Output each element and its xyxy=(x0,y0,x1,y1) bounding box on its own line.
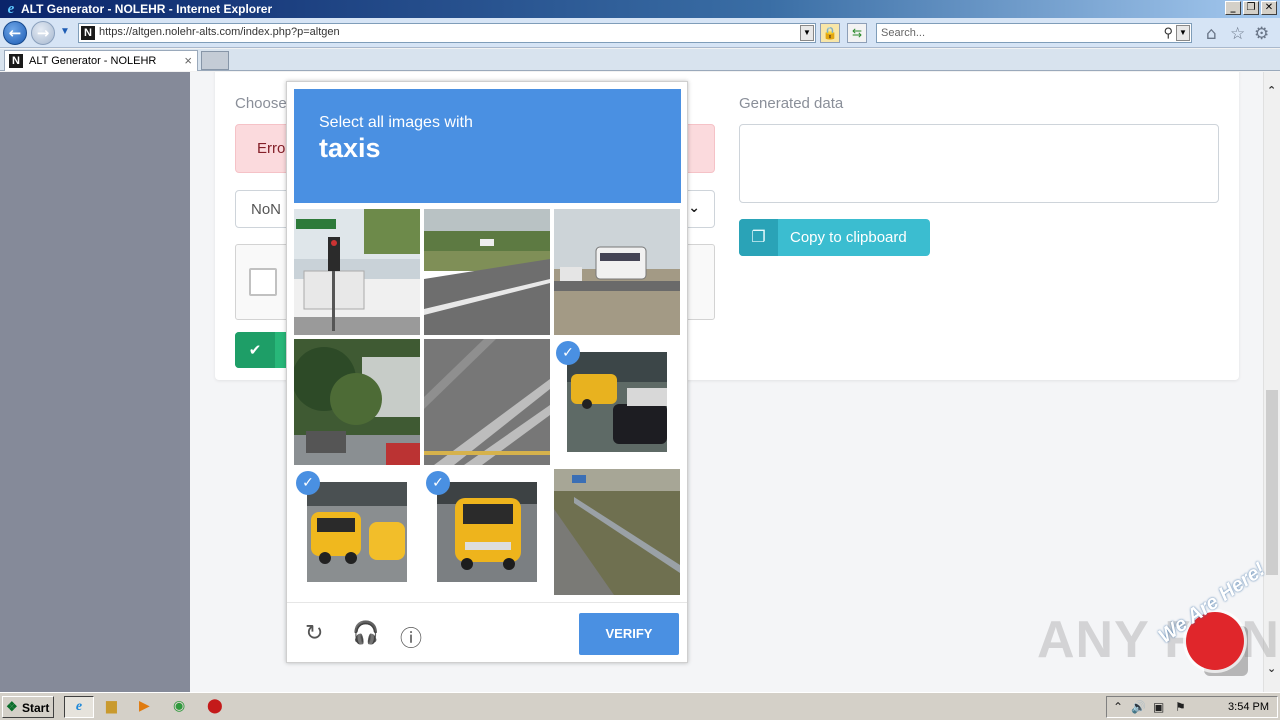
copy-button-label: Copy to clipboard xyxy=(790,229,907,246)
tab-label[interactable]: ALT Generator - NOLEHR xyxy=(29,55,156,67)
captcha-challenge: Select all images with taxis ✓ ✓ ✓ ↻ 🎧 ⓘ… xyxy=(286,81,688,663)
highway-guardrail-image xyxy=(554,469,680,595)
navigation-bar: ← → ▼ N https://altgen.nolehr-alts.com/i… xyxy=(0,18,1280,48)
audio-headphones-icon[interactable]: 🎧 xyxy=(352,621,379,646)
address-dropdown-icon[interactable]: ▼ xyxy=(800,25,814,41)
traffic-light-street-image xyxy=(294,209,420,335)
favorites-star-icon[interactable]: ☆ xyxy=(1230,24,1245,44)
captcha-tile-5[interactable] xyxy=(424,339,550,465)
taxi-street-image xyxy=(307,482,407,582)
search-dropdown-icon[interactable]: ▼ xyxy=(1176,25,1190,41)
tab-active[interactable]: N ALT Generator - NOLEHR × xyxy=(4,50,198,71)
forward-button[interactable]: → xyxy=(31,21,55,45)
copy-to-clipboard-button[interactable]: ❐ Copy to clipboard xyxy=(739,219,930,256)
error-text: Erro xyxy=(257,140,286,157)
refresh-icon[interactable]: ⇆ xyxy=(847,23,867,43)
captcha-footer: ↻ 🎧 ⓘ VERIFY xyxy=(287,602,687,662)
address-bar[interactable]: N https://altgen.nolehr-alts.com/index.p… xyxy=(78,23,816,43)
generated-data-label: Generated data xyxy=(739,95,844,112)
taskbar-ie-button[interactable]: e xyxy=(64,696,94,718)
lock-icon[interactable]: 🔒 xyxy=(820,23,840,43)
check-icon: ✔ xyxy=(235,332,275,368)
recaptcha-checkbox[interactable] xyxy=(249,268,277,296)
selected-check-icon: ✓ xyxy=(296,471,320,495)
back-button[interactable]: ← xyxy=(3,21,27,45)
volume-icon[interactable]: 🔊 xyxy=(1131,700,1146,714)
search-icon[interactable]: ⚲ xyxy=(1163,25,1173,41)
restore-button[interactable]: ❐ xyxy=(1243,1,1259,15)
action-center-flag-icon[interactable]: ⚑ xyxy=(1175,700,1186,714)
tray-expand-icon[interactable]: ⌃ xyxy=(1113,700,1123,714)
captcha-header: Select all images with taxis xyxy=(294,89,681,203)
highway-road-image xyxy=(424,209,550,335)
captcha-tile-4[interactable] xyxy=(294,339,420,465)
window-titlebar: e ALT Generator - NOLEHR - Internet Expl… xyxy=(0,0,1280,18)
selected-check-icon: ✓ xyxy=(556,341,580,365)
windows-taskbar: ❖ Start e ▆ ▶ ◉ ⬤ ⌃ 🔊 ▣ ⚑ 3:54 PM xyxy=(0,692,1280,720)
folder-icon[interactable]: ▆ xyxy=(106,698,117,714)
captcha-tile-2[interactable] xyxy=(424,209,550,335)
trees-building-image xyxy=(294,339,420,465)
new-tab-button[interactable] xyxy=(201,51,229,70)
start-button[interactable]: ❖ Start xyxy=(2,696,54,718)
chevron-down-icon: ⌄ xyxy=(688,200,700,216)
captcha-tile-8[interactable]: ✓ xyxy=(424,469,550,595)
scrollbar-thumb[interactable] xyxy=(1266,390,1278,575)
info-icon[interactable]: ⓘ xyxy=(400,621,422,653)
taskbar-clock: 3:54 PM xyxy=(1228,701,1269,713)
page-scrollbar[interactable]: ⌃ ⌄ xyxy=(1263,72,1280,692)
clipboard-icon: ❐ xyxy=(739,219,778,256)
ie-icon: e xyxy=(75,699,83,714)
taxi-rear-image xyxy=(437,482,537,582)
captcha-tile-1[interactable] xyxy=(294,209,420,335)
site-favicon: N xyxy=(81,26,95,40)
system-tray: ⌃ 🔊 ▣ ⚑ 3:54 PM xyxy=(1106,696,1278,718)
taxi-street-image xyxy=(567,352,667,452)
ie-logo-icon: e xyxy=(7,1,15,17)
tab-bar: N ALT Generator - NOLEHR × xyxy=(0,49,1280,71)
media-player-icon[interactable]: ▶ xyxy=(139,698,150,714)
home-icon[interactable]: ⌂ xyxy=(1206,24,1217,44)
scroll-up-icon[interactable]: ⌃ xyxy=(1267,84,1276,97)
captcha-tile-9[interactable] xyxy=(554,469,680,595)
bus-on-road-image xyxy=(554,209,680,335)
captcha-tile-3[interactable] xyxy=(554,209,680,335)
tab-close-icon[interactable]: × xyxy=(184,53,192,68)
windows-logo-icon: ❖ xyxy=(6,699,18,714)
selected-check-icon: ✓ xyxy=(426,471,450,495)
minimize-button[interactable]: _ xyxy=(1225,1,1241,15)
verify-button[interactable]: VERIFY xyxy=(579,613,679,655)
crosswalk-image xyxy=(424,339,550,465)
reload-icon[interactable]: ↻ xyxy=(305,621,323,646)
tab-favicon: N xyxy=(9,54,23,68)
tools-gear-icon[interactable]: ⚙ xyxy=(1254,24,1269,44)
chrome-icon[interactable]: ◉ xyxy=(173,698,185,714)
search-box[interactable]: Search... ⚲ ▼ xyxy=(876,23,1192,43)
captcha-instruction: Select all images with xyxy=(319,114,473,131)
opera-icon[interactable]: ⬤ xyxy=(207,698,223,714)
left-sidebar-panel xyxy=(0,72,190,692)
captcha-tile-6[interactable]: ✓ xyxy=(554,339,680,465)
history-dropdown-icon[interactable]: ▼ xyxy=(60,26,70,37)
start-label: Start xyxy=(22,701,50,715)
close-button[interactable]: ✕ xyxy=(1261,1,1277,15)
generated-data-output[interactable] xyxy=(739,124,1219,203)
captcha-tile-7[interactable]: ✓ xyxy=(294,469,420,595)
window-title: ALT Generator - NOLEHR - Internet Explor… xyxy=(21,2,273,16)
network-icon[interactable]: ▣ xyxy=(1153,700,1164,714)
address-url[interactable]: https://altgen.nolehr-alts.com/index.php… xyxy=(99,26,340,38)
search-placeholder: Search... xyxy=(881,27,926,39)
choose-label: Choose xyxy=(235,95,287,112)
select-value: NoN xyxy=(251,201,282,218)
captcha-target: taxis xyxy=(319,133,381,163)
